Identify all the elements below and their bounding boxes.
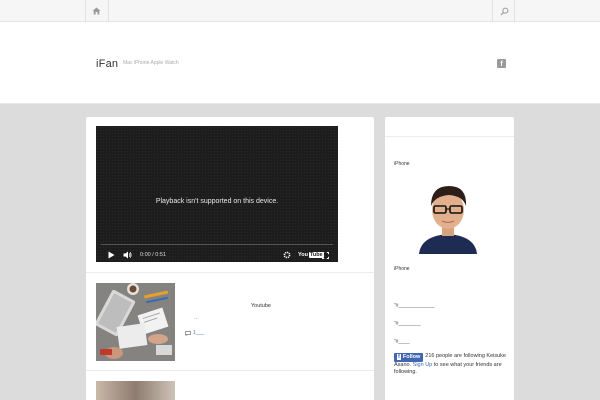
volume-button[interactable] xyxy=(123,248,132,262)
video-controls: 0:00 / 0:51 You Tube xyxy=(96,248,338,262)
youtube-logo[interactable]: You Tube xyxy=(298,248,324,262)
search-icon xyxy=(500,7,508,15)
topbar-divider xyxy=(492,0,493,22)
post-divider xyxy=(86,370,374,371)
post-thumbnail[interactable] xyxy=(96,381,175,400)
video-player[interactable]: Playback isn't supported on this device.… xyxy=(96,126,338,262)
profile-photo xyxy=(411,178,485,254)
fullscreen-icon xyxy=(322,251,329,259)
post-comments[interactable]: 1___ xyxy=(185,330,204,336)
comment-icon xyxy=(185,330,191,336)
follow-label: Follow xyxy=(402,354,421,360)
site-description: Mac iPhone Apple Watch xyxy=(123,60,179,66)
facebook-signup-link[interactable]: Sign Up xyxy=(413,362,433,368)
video-error-message: Playback isn't supported on this device. xyxy=(155,198,279,205)
video-progress-track[interactable] xyxy=(101,244,333,245)
video-time: 0:00 / 0:51 xyxy=(140,252,166,258)
facebook-icon-glyph: f xyxy=(500,61,503,68)
topbar-divider xyxy=(108,0,109,22)
facebook-follow-button[interactable]: f Follow xyxy=(394,353,424,362)
sidebar-link[interactable]: "#________ xyxy=(394,321,421,327)
play-icon xyxy=(108,251,115,259)
search-button[interactable] xyxy=(494,0,514,22)
home-button[interactable] xyxy=(86,0,106,22)
topbar-divider xyxy=(514,0,515,22)
main-content: Playback isn't supported on this device.… xyxy=(86,117,374,400)
sidebar-heading: iPhone xyxy=(394,161,410,167)
play-button[interactable] xyxy=(108,248,115,262)
avatar-image xyxy=(411,178,485,254)
facebook-icon: f xyxy=(397,354,401,360)
facebook-follow-widget: f Follow 216 people are following Keisuke … xyxy=(394,353,514,376)
facebook-signup-text: to see what your friends are following. xyxy=(394,362,502,375)
youtube-logo-you: You xyxy=(298,252,308,258)
sidebar-profile-label: iPhone xyxy=(394,266,410,272)
site-header: iFan Mac iPhone Apple Watch f xyxy=(0,22,600,104)
post-excerpt: … xyxy=(194,315,199,321)
post-thumbnail-image xyxy=(96,283,175,361)
facebook-icon[interactable]: f xyxy=(497,59,506,68)
top-bar xyxy=(0,0,600,22)
gear-icon xyxy=(283,251,291,259)
sidebar-link[interactable]: "#_____________ xyxy=(394,303,435,309)
settings-button[interactable] xyxy=(283,248,291,262)
sidebar-divider xyxy=(385,136,514,137)
video-static xyxy=(96,126,338,262)
sidebar: iPhone iPhone "#_____________ "#________… xyxy=(385,117,514,400)
home-icon xyxy=(92,7,100,15)
volume-icon xyxy=(123,251,132,259)
post-thumbnail[interactable] xyxy=(96,283,175,361)
sidebar-link[interactable]: "#____ xyxy=(394,339,410,345)
comment-count[interactable]: 1___ xyxy=(193,330,204,336)
post-title[interactable]: Youtube xyxy=(181,303,341,309)
fullscreen-button[interactable] xyxy=(322,248,329,262)
post-divider xyxy=(86,272,374,273)
site-title[interactable]: iFan xyxy=(96,58,118,70)
